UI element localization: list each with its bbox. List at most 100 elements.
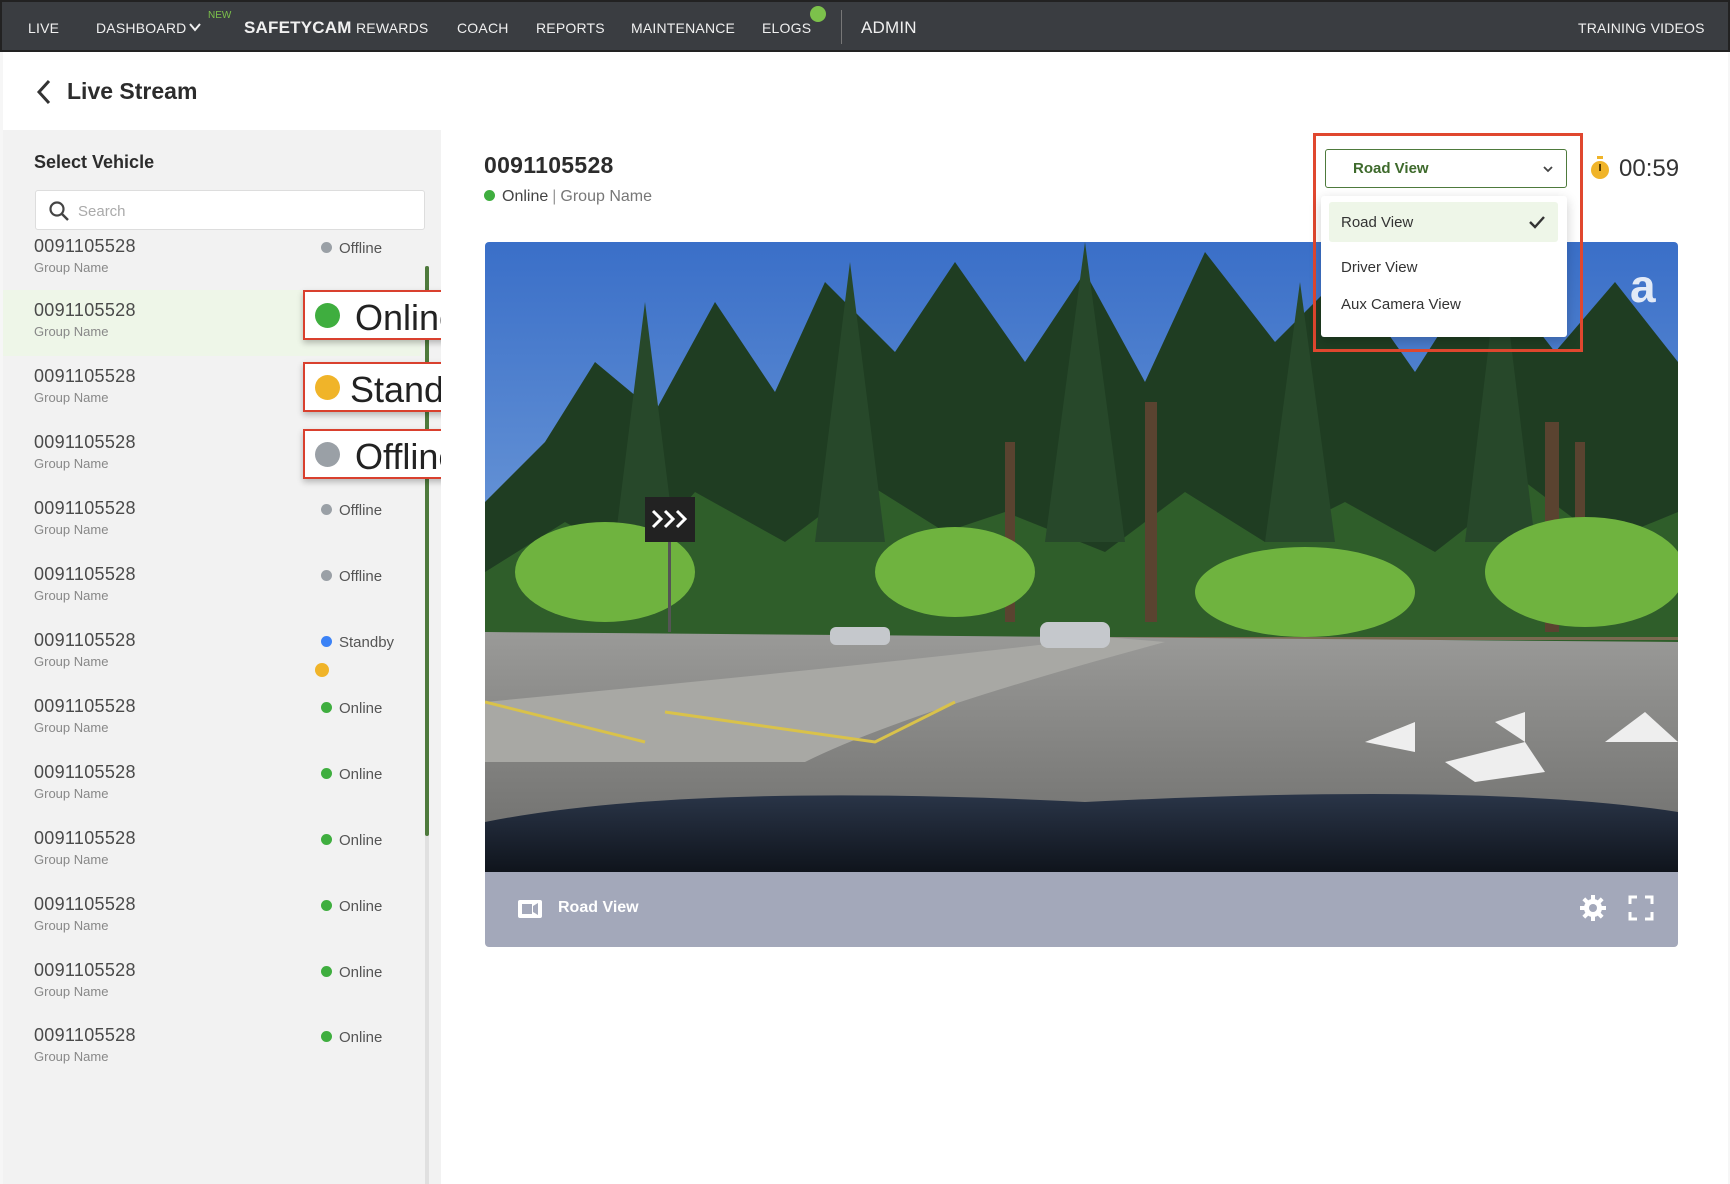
vehicle-id: 0091105528	[34, 498, 136, 518]
vehicle-id: 0091105528	[34, 630, 136, 650]
online-status-dot	[484, 190, 495, 201]
standby-status-dot	[315, 663, 329, 677]
vehicle-list-item[interactable]: 0091105528 Group Name Online	[3, 950, 421, 1016]
vehicle-id: 0091105528	[34, 366, 136, 386]
status-dot	[321, 570, 332, 581]
vehicle-status-label: Online	[339, 700, 383, 717]
vehicle-status-label: Online	[339, 898, 383, 915]
vehicle-group: Group Name	[34, 260, 109, 275]
vehicle-group: Group Name	[34, 918, 109, 933]
vehicle-status: Online	[321, 766, 382, 783]
vehicle-list-item[interactable]: 0091105528 Group Name Online	[3, 686, 421, 752]
nav-reports[interactable]: REPORTS	[536, 20, 605, 36]
option-driver-view[interactable]: Driver View	[1329, 247, 1558, 287]
camera-view-menu: Road View Driver View Aux Camera View	[1321, 196, 1567, 337]
vehicle-status-label: Standby	[339, 634, 395, 651]
nav-maintenance[interactable]: MAINTENANCE	[631, 20, 735, 36]
settings-gear-icon[interactable]	[1578, 893, 1608, 923]
video-controls-bar: Road View	[485, 872, 1678, 947]
search-box	[35, 190, 425, 230]
status-dot	[321, 768, 332, 779]
status-dot	[321, 966, 332, 977]
status-dot	[321, 242, 332, 253]
vehicle-status: Offline	[321, 502, 382, 519]
vehicle-id: 0091105528	[34, 432, 136, 452]
search-input[interactable]	[78, 200, 408, 222]
vehicle-list-item[interactable]: 0091105528 Group Name Online	[3, 752, 421, 818]
vehicle-id: 0091105528	[34, 762, 136, 782]
nav-training-videos[interactable]: TRAINING VIDEOS	[1578, 20, 1705, 36]
vehicle-group: Group Name	[34, 654, 109, 669]
status-dot	[321, 834, 332, 845]
vehicle-list-item[interactable]: 0091105528 Group Name Standby	[3, 620, 421, 686]
nav-coach[interactable]: COACH	[457, 20, 509, 36]
checkmark-icon	[1529, 216, 1545, 229]
camera-view-select[interactable]: Road View	[1325, 149, 1567, 188]
back-arrow-icon[interactable]	[35, 78, 53, 106]
sidebar-title: Select Vehicle	[34, 152, 155, 172]
vehicle-group: Group Name	[34, 588, 109, 603]
vehicle-list-item[interactable]: 0091105528 Group Name Offline	[3, 226, 421, 292]
vehicle-group: Group Name	[34, 522, 109, 537]
new-badge: NEW	[208, 10, 232, 21]
vehicle-status: Online	[321, 832, 382, 849]
status-dot	[321, 504, 332, 515]
nav-live[interactable]: LIVE	[28, 20, 59, 36]
vehicle-status-label: Online	[339, 1029, 383, 1046]
vehicle-id: 0091105528	[34, 236, 136, 256]
nav-admin[interactable]: ADMIN	[861, 18, 917, 38]
vehicle-sidebar: Select Vehicle 0091105528 Group Name Offli…	[3, 130, 441, 1184]
vehicle-status: Standby	[321, 634, 394, 651]
status-dot	[321, 702, 332, 713]
svg-text:a: a	[1630, 260, 1656, 312]
vehicle-list-item[interactable]: 0091105528 Group Name Online	[3, 884, 421, 950]
vehicle-group: Group Name	[34, 852, 109, 867]
vehicle-list-item[interactable]: 0091105528 Group Name Offline	[3, 488, 421, 554]
vehicle-status-label: Offline	[339, 502, 383, 519]
vehicle-list-item[interactable]: 0091105528 Group Name Offline	[3, 554, 421, 620]
option-label: Driver View	[1341, 259, 1418, 276]
vehicle-status-label: Online	[339, 964, 383, 981]
vehicle-group: Group Name	[34, 456, 109, 471]
vehicle-status: Online	[321, 964, 382, 981]
vehicle-status-label: Online	[339, 832, 383, 849]
nav-elogs[interactable]: ELOGS	[762, 20, 811, 36]
online-dot	[315, 303, 340, 328]
option-road-view[interactable]: Road View	[1329, 202, 1558, 242]
vehicle-id: 0091105528	[34, 894, 136, 914]
vehicle-title: 0091105528	[484, 152, 614, 178]
search-icon	[49, 201, 69, 221]
status-dot	[321, 1031, 332, 1042]
vehicle-status: Online	[321, 1029, 382, 1046]
vehicle-group: Group Name	[34, 1049, 109, 1064]
vehicle-list-item[interactable]: 0091105528 Group Name Online	[3, 818, 421, 884]
vehicle-list-item[interactable]: 0091105528 Group Name Online	[3, 1015, 421, 1081]
vehicle-group: Group Name	[34, 324, 109, 339]
vehicle-group: Group Name	[34, 390, 109, 405]
status-dot	[321, 900, 332, 911]
chevron-down-icon	[1543, 166, 1553, 173]
video-camera-icon	[518, 900, 542, 918]
vehicle-id: 0091105528	[34, 1025, 136, 1045]
fullscreen-icon[interactable]	[1628, 895, 1654, 921]
nav-dashboard[interactable]: DASHBOARD	[96, 20, 186, 36]
option-label: Aux Camera View	[1341, 296, 1461, 313]
offline-dot	[315, 442, 340, 467]
vehicle-id: 0091105528	[34, 960, 136, 980]
vehicle-status: Online	[321, 700, 382, 717]
nav-safetycam[interactable]: SAFETYCAM	[244, 18, 352, 38]
elogs-notification-badge	[810, 6, 826, 22]
vehicle-id: 0091105528	[34, 564, 136, 584]
chevron-down-icon[interactable]	[188, 20, 202, 34]
vehicle-status: Online	[502, 188, 549, 205]
scrollbar-thumb[interactable]	[425, 266, 429, 836]
top-navigation: LIVE DASHBOARD NEW SAFETYCAM REWARDS COA…	[0, 0, 1730, 52]
option-aux-camera-view[interactable]: Aux Camera View	[1329, 284, 1558, 324]
vehicle-id: 0091105528	[34, 300, 136, 320]
option-label: Road View	[1341, 214, 1414, 231]
vehicle-status: Offline	[321, 240, 382, 257]
stream-timer: 00:59	[1619, 155, 1680, 182]
vehicle-id: 0091105528	[34, 828, 136, 848]
vehicle-id: 0091105528	[34, 696, 136, 716]
nav-rewards[interactable]: REWARDS	[356, 20, 428, 36]
